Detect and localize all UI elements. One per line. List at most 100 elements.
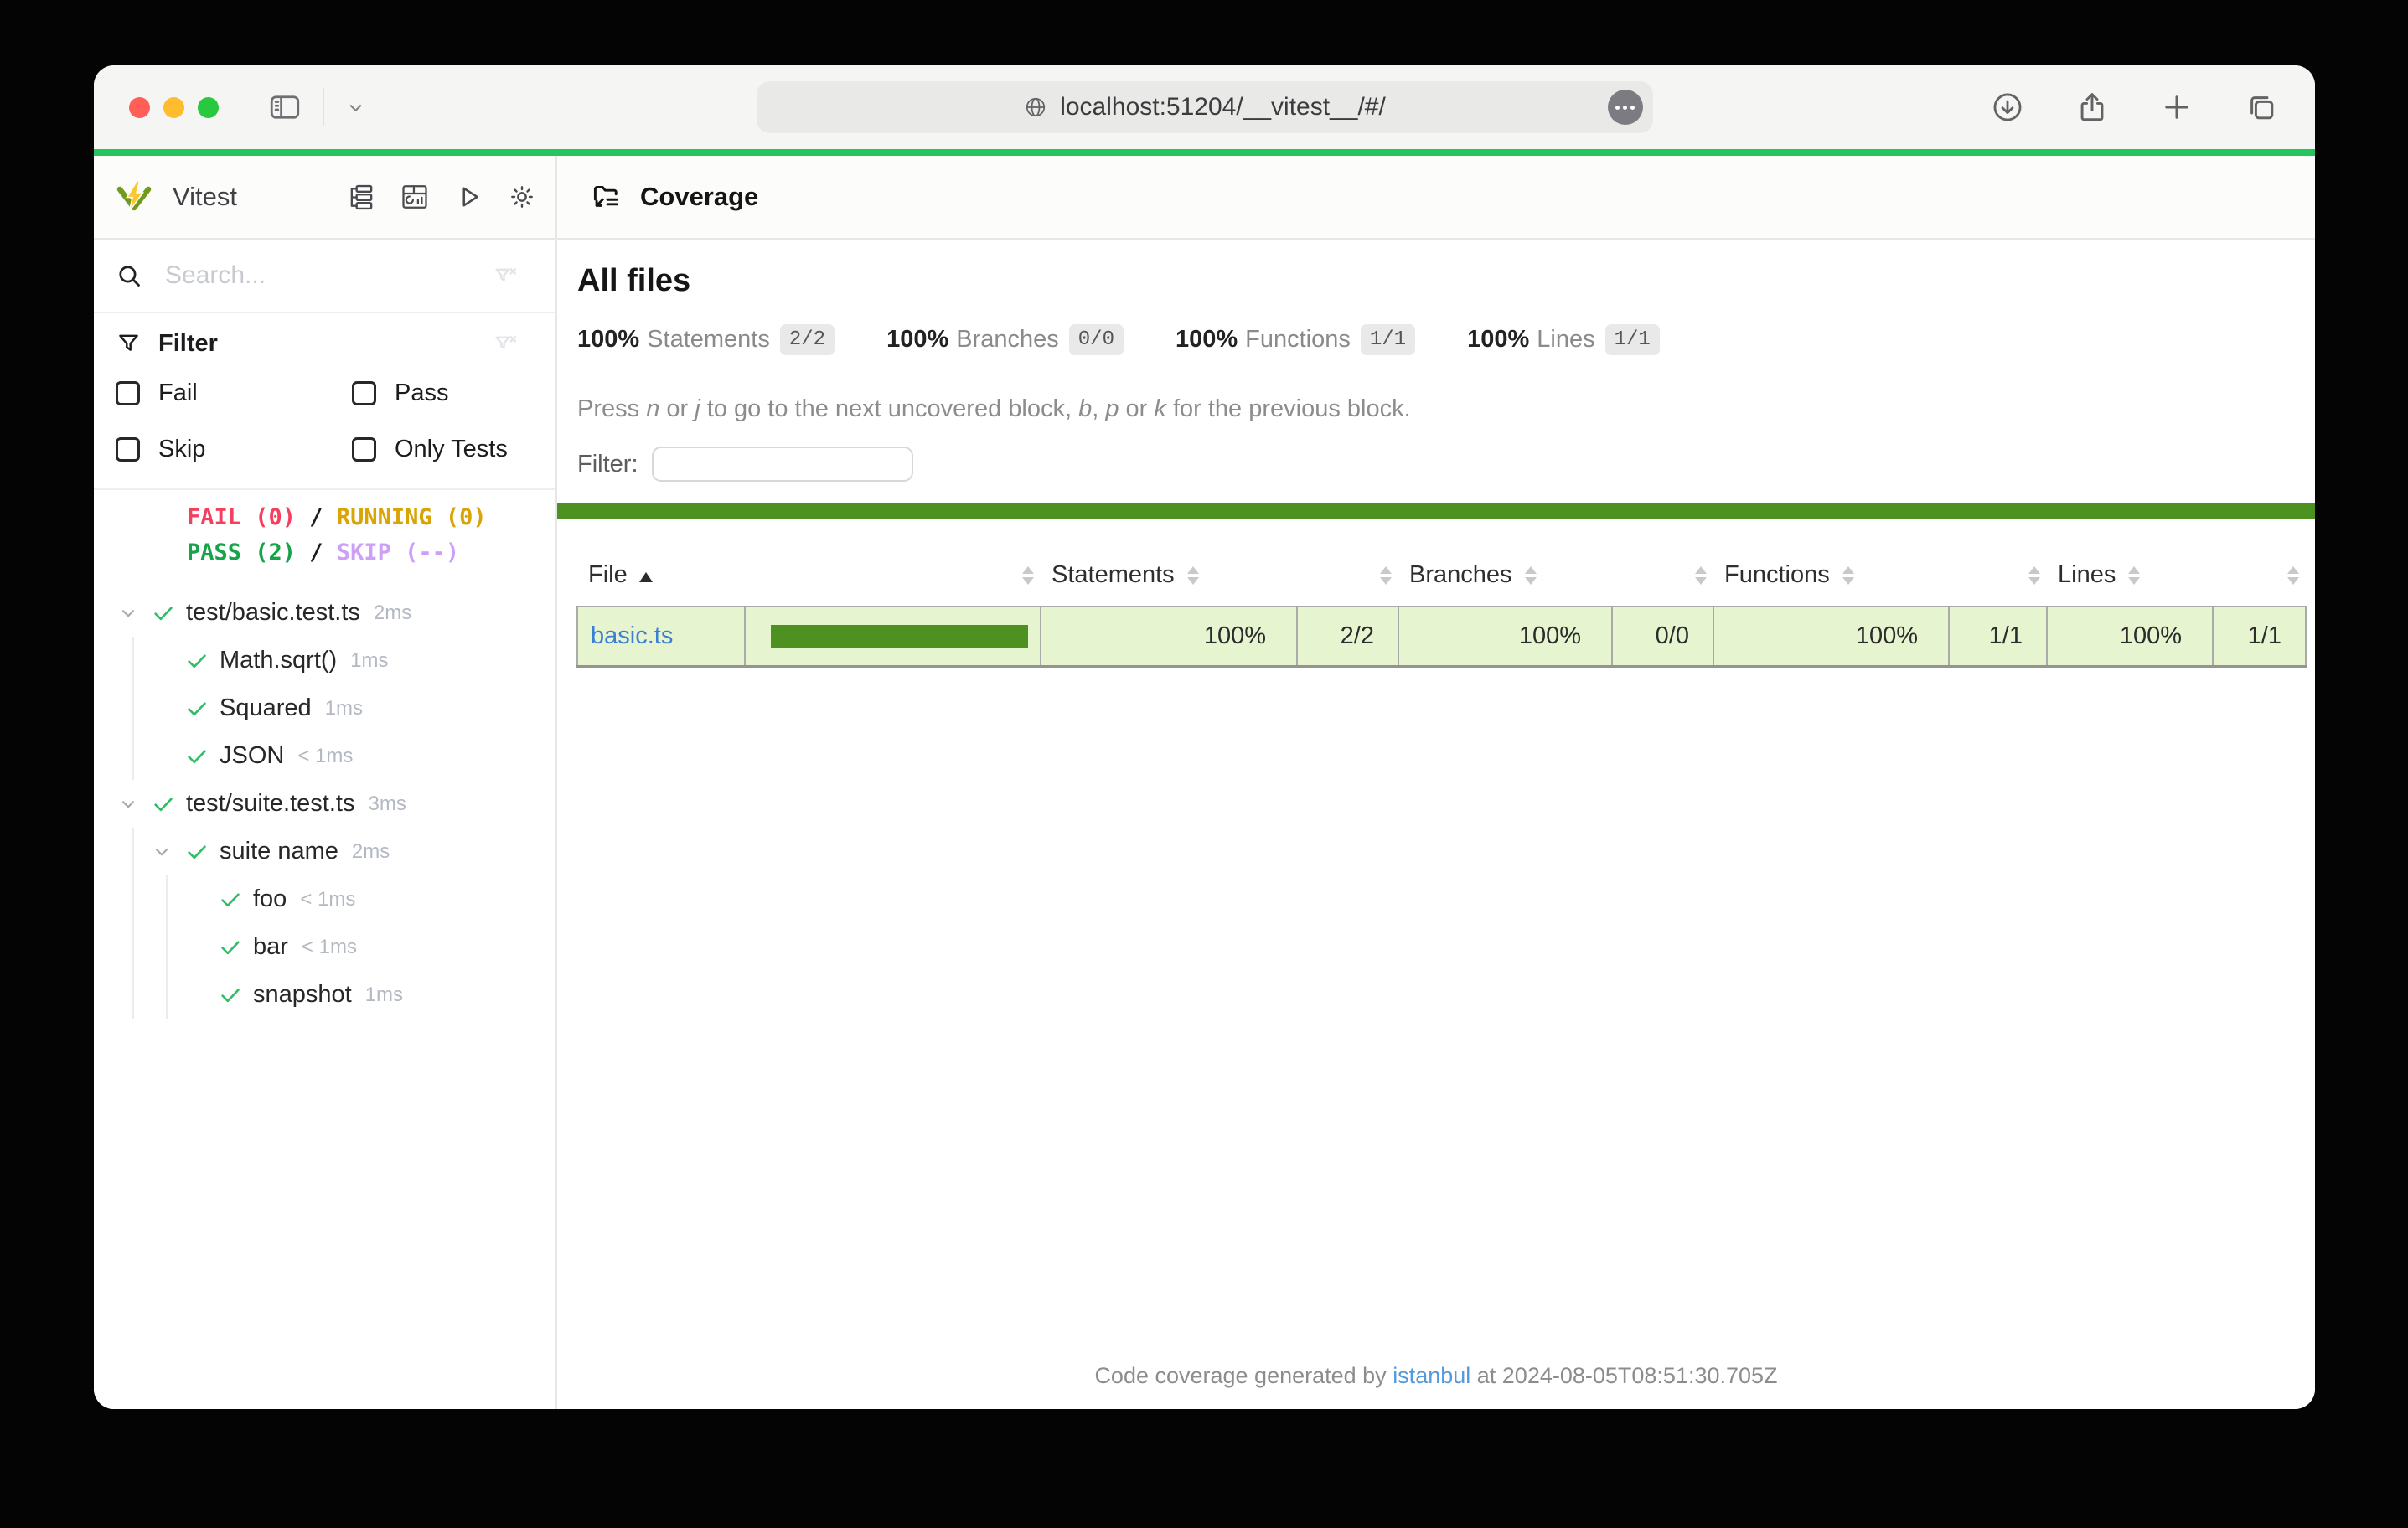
page-title: Coverage <box>640 182 758 212</box>
checkbox-icon[interactable] <box>116 381 140 405</box>
tree-item[interactable]: Squared1ms <box>94 684 555 732</box>
tree-item[interactable]: JSON< 1ms <box>94 732 555 780</box>
sort-icon[interactable] <box>1380 566 1392 585</box>
checkbox-label: Fail <box>158 379 198 407</box>
sidebar-menu-button[interactable] <box>344 96 367 119</box>
functions-pct-cell: 100% <box>1713 607 1949 666</box>
column-header-chart[interactable] <box>745 545 1041 607</box>
tree-expand-toggle[interactable] <box>151 841 184 863</box>
filter-checkbox-skip[interactable]: Skip <box>116 436 352 463</box>
clear-filter-icon[interactable] <box>493 331 519 357</box>
address-bar[interactable]: localhost:51204/__vitest__/#/ <box>757 81 1653 133</box>
check-icon <box>218 887 243 912</box>
filter-checkbox-pass[interactable]: Pass <box>352 379 519 407</box>
stat-percent: 100% <box>1176 326 1238 354</box>
minimize-button[interactable] <box>163 97 184 118</box>
sort-icon[interactable] <box>2287 566 2299 585</box>
run-all-button[interactable] <box>453 182 483 212</box>
coverage-filter-input[interactable] <box>652 447 913 482</box>
summary-line-pass-skip: PASS (2) / SKIP (--) <box>187 535 555 570</box>
text-segment: FAIL (0) <box>187 504 296 530</box>
checkbox-icon[interactable] <box>116 437 140 462</box>
tree-expand-toggle[interactable] <box>117 793 151 815</box>
column-header-functions[interactable]: Functions <box>1713 545 1949 607</box>
sort-icon[interactable] <box>1022 566 1034 585</box>
test-pass-indicator <box>218 983 253 1008</box>
share-button[interactable] <box>2074 89 2111 126</box>
tree-guide-line <box>166 875 168 923</box>
test-duration: 3ms <box>368 792 406 816</box>
checkbox-icon[interactable] <box>352 381 376 405</box>
sidebar-toggle-button[interactable] <box>267 90 302 125</box>
share-icon <box>2074 89 2111 126</box>
column-header-branches-abs[interactable] <box>1612 545 1713 607</box>
filter-title: Filter <box>158 330 218 358</box>
tree-item[interactable]: test/basic.test.ts2ms <box>94 589 555 637</box>
clear-search-filter-icon[interactable] <box>493 263 519 289</box>
zoom-button[interactable] <box>198 97 219 118</box>
dashboard-icon <box>400 182 430 212</box>
coverage-stat: 100%Branches0/0 <box>886 324 1124 355</box>
sort-icon[interactable] <box>1842 566 1854 585</box>
window-controls <box>129 97 219 118</box>
check-icon <box>184 648 209 674</box>
text-segment: b <box>1078 395 1092 422</box>
sort-ascending-icon <box>639 572 653 582</box>
tree-item[interactable]: suite name2ms <box>94 828 555 875</box>
page-settings-button[interactable] <box>1608 90 1643 125</box>
sidebar-toggle-icon <box>267 90 302 125</box>
tree-guide-line <box>132 732 134 780</box>
column-header-statements-abs[interactable] <box>1297 545 1398 607</box>
stat-label: Functions <box>1245 326 1351 354</box>
tree-item[interactable]: Math.sqrt() 1ms <box>94 637 555 684</box>
check-icon <box>151 792 176 817</box>
coverage-panel: Coverage All files 100%Statements2/2100%… <box>557 156 2315 1409</box>
column-header-functions-abs[interactable] <box>1949 545 2047 607</box>
test-duration: 1ms <box>350 649 388 673</box>
theme-toggle-button[interactable] <box>507 182 537 212</box>
new-tab-button[interactable] <box>2159 90 2194 125</box>
sort-icon[interactable] <box>1695 566 1707 585</box>
tree-item[interactable]: foo< 1ms <box>94 875 555 923</box>
sort-icon[interactable] <box>2028 566 2040 585</box>
close-button[interactable] <box>129 97 150 118</box>
tab-overview-button[interactable] <box>2243 89 2280 126</box>
test-label: Math.sqrt() <box>220 647 337 674</box>
dashboard-button[interactable] <box>400 182 430 212</box>
search-input[interactable] <box>165 261 493 290</box>
column-header-statements[interactable]: Statements <box>1041 545 1297 607</box>
vitest-logo <box>114 177 154 217</box>
browser-toolbar: localhost:51204/__vitest__/#/ <box>94 65 2315 149</box>
check-icon <box>184 839 209 865</box>
search-bar <box>94 240 555 313</box>
play-icon <box>453 182 483 212</box>
downloads-button[interactable] <box>1990 90 2025 125</box>
tree-item[interactable]: bar< 1ms <box>94 923 555 971</box>
column-header-lines[interactable]: Lines <box>2047 545 2213 607</box>
sort-icon[interactable] <box>2128 566 2140 585</box>
tree-expand-toggle[interactable] <box>117 602 151 624</box>
sort-icon[interactable] <box>1525 566 1537 585</box>
checkbox-icon[interactable] <box>352 437 376 462</box>
funnel-icon <box>116 331 142 357</box>
text-segment: at 2024-08-05T08:51:30.705Z <box>1470 1363 1777 1388</box>
text-segment: p <box>1105 395 1119 422</box>
column-header-file[interactable]: File <box>577 545 745 607</box>
test-duration: < 1ms <box>297 745 353 768</box>
text-segment: PASS (2) <box>187 539 296 565</box>
chevron-down-icon <box>151 841 173 863</box>
file-link[interactable]: basic.ts <box>591 622 673 649</box>
text-segment: , <box>1092 395 1105 422</box>
istanbul-link[interactable]: istanbul <box>1393 1363 1470 1388</box>
tree-item[interactable]: test/suite.test.ts3ms <box>94 780 555 828</box>
filter-checkbox-fail[interactable]: Fail <box>116 379 352 407</box>
lines-pct-cell: 100% <box>2047 607 2213 666</box>
column-header-branches[interactable]: Branches <box>1398 545 1612 607</box>
test-label: test/basic.test.ts <box>186 599 360 627</box>
sort-icon[interactable] <box>1187 566 1199 585</box>
tree-view-button[interactable] <box>347 183 376 212</box>
tab-overview-icon <box>2243 89 2280 126</box>
tree-item[interactable]: snapshot1ms <box>94 971 555 1019</box>
filter-checkbox-only-tests[interactable]: Only Tests <box>352 436 519 463</box>
column-header-lines-abs[interactable] <box>2213 545 2306 607</box>
